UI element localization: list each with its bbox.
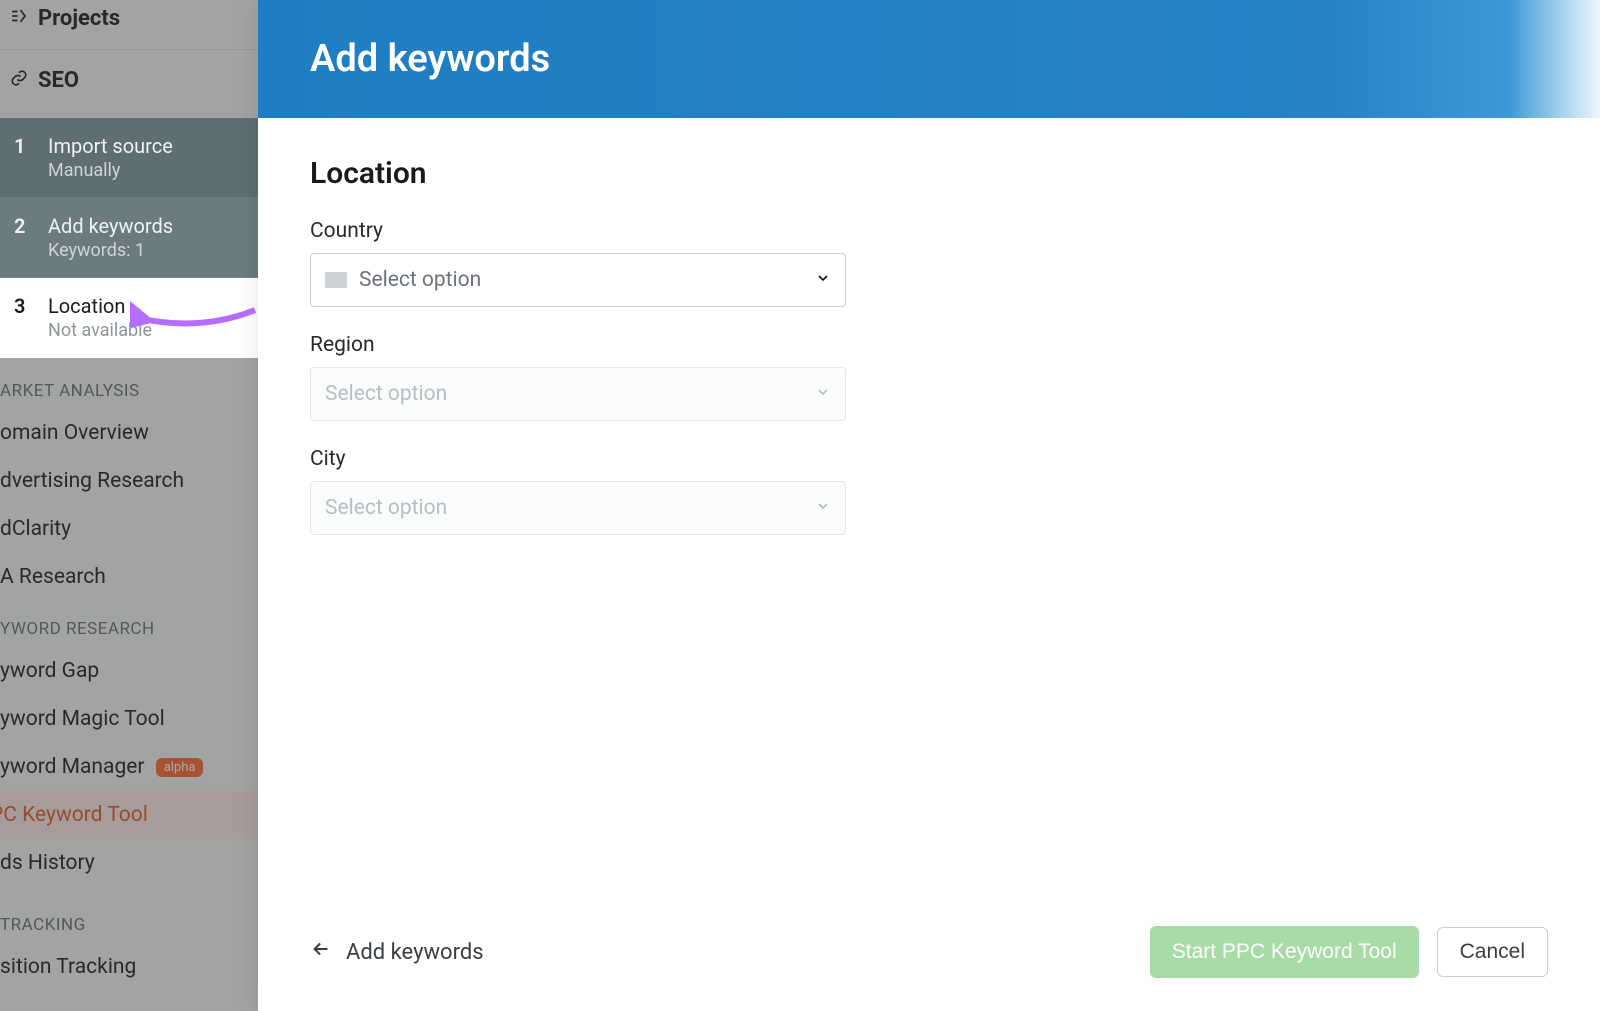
sidebar-item-ads-history[interactable]: ds History bbox=[0, 839, 258, 887]
modal-title: Add keywords bbox=[310, 37, 550, 81]
chevron-down-icon bbox=[815, 270, 831, 291]
alpha-badge: alpha bbox=[156, 758, 204, 777]
wizard-step-add-keywords[interactable]: 2 Add keywords Keywords: 1 bbox=[0, 198, 258, 278]
city-select[interactable]: Select option bbox=[310, 481, 846, 535]
sidebar-seo-label: SEO bbox=[38, 68, 79, 93]
modal-header: Add keywords bbox=[258, 0, 1600, 118]
cancel-button[interactable]: Cancel bbox=[1437, 927, 1548, 977]
step-number: 3 bbox=[14, 294, 32, 318]
sidebar-group-keyword-research: YWORD RESEARCH bbox=[0, 601, 258, 647]
wizard-step-import-source[interactable]: 1 Import source Manually bbox=[0, 118, 258, 198]
field-country: Country Select option bbox=[310, 219, 1548, 307]
sidebar-seo-header[interactable]: SEO bbox=[0, 49, 258, 111]
step-subtitle: Keywords: 1 bbox=[48, 240, 173, 261]
sidebar-item-keyword-manager[interactable]: yword Manager alpha bbox=[0, 743, 258, 791]
field-region: Region Select option bbox=[310, 333, 1548, 421]
sidebar-item-keyword-gap[interactable]: yword Gap bbox=[0, 647, 258, 695]
section-title-location: Location bbox=[310, 156, 1548, 191]
country-select[interactable]: Select option bbox=[310, 253, 846, 307]
link-icon bbox=[10, 68, 28, 93]
step-number: 2 bbox=[14, 214, 32, 238]
sidebar-item-ppc-keyword-tool[interactable]: PC Keyword Tool bbox=[0, 791, 258, 839]
arrow-left-icon bbox=[310, 938, 332, 966]
step-title: Import source bbox=[48, 134, 173, 158]
sidebar-group-market-analysis: ARKET ANALYSIS bbox=[0, 363, 258, 409]
modal-footer: Add keywords Start PPC Keyword Tool Canc… bbox=[258, 921, 1600, 1011]
sidebar-item-keyword-magic-tool[interactable]: yword Magic Tool bbox=[0, 695, 258, 743]
flag-placeholder-icon bbox=[325, 272, 347, 288]
step-title: Location bbox=[48, 294, 152, 318]
region-select-placeholder: Select option bbox=[325, 382, 447, 406]
projects-icon bbox=[10, 6, 28, 31]
city-label: City bbox=[310, 447, 1548, 471]
step-subtitle: Manually bbox=[48, 160, 173, 181]
sidebar-item-adclarity[interactable]: dClarity bbox=[0, 505, 258, 553]
region-select[interactable]: Select option bbox=[310, 367, 846, 421]
back-link-label: Add keywords bbox=[346, 940, 484, 965]
step-number: 1 bbox=[14, 134, 32, 158]
country-select-placeholder: Select option bbox=[359, 268, 481, 292]
country-label: Country bbox=[310, 219, 1548, 243]
sidebar-item-pla-research[interactable]: A Research bbox=[0, 553, 258, 601]
sidebar-item-position-tracking[interactable]: sition Tracking bbox=[0, 943, 258, 991]
add-keywords-modal: Add keywords Location Country Select opt… bbox=[258, 0, 1600, 1011]
step-subtitle: Not available bbox=[48, 320, 152, 341]
step-title: Add keywords bbox=[48, 214, 173, 238]
back-to-add-keywords-link[interactable]: Add keywords bbox=[310, 938, 484, 966]
chevron-down-icon bbox=[815, 384, 831, 405]
sidebar-group-tracking: TRACKING bbox=[0, 897, 258, 943]
sidebar-item-advertising-research[interactable]: dvertising Research bbox=[0, 457, 258, 505]
start-ppc-keyword-tool-button[interactable]: Start PPC Keyword Tool bbox=[1150, 926, 1419, 978]
sidebar-projects-label: Projects bbox=[38, 6, 120, 31]
wizard-step-location[interactable]: 3 Location Not available bbox=[0, 278, 258, 358]
field-city: City Select option bbox=[310, 447, 1548, 535]
chevron-down-icon bbox=[815, 498, 831, 519]
sidebar-projects-link[interactable]: Projects bbox=[0, 0, 258, 49]
region-label: Region bbox=[310, 333, 1548, 357]
sidebar-item-domain-overview[interactable]: omain Overview bbox=[0, 409, 258, 457]
modal-body: Location Country Select option Region Se… bbox=[258, 118, 1600, 921]
wizard-stepper: 1 Import source Manually 2 Add keywords … bbox=[0, 118, 258, 358]
header-fade bbox=[1510, 0, 1600, 118]
city-select-placeholder: Select option bbox=[325, 496, 447, 520]
